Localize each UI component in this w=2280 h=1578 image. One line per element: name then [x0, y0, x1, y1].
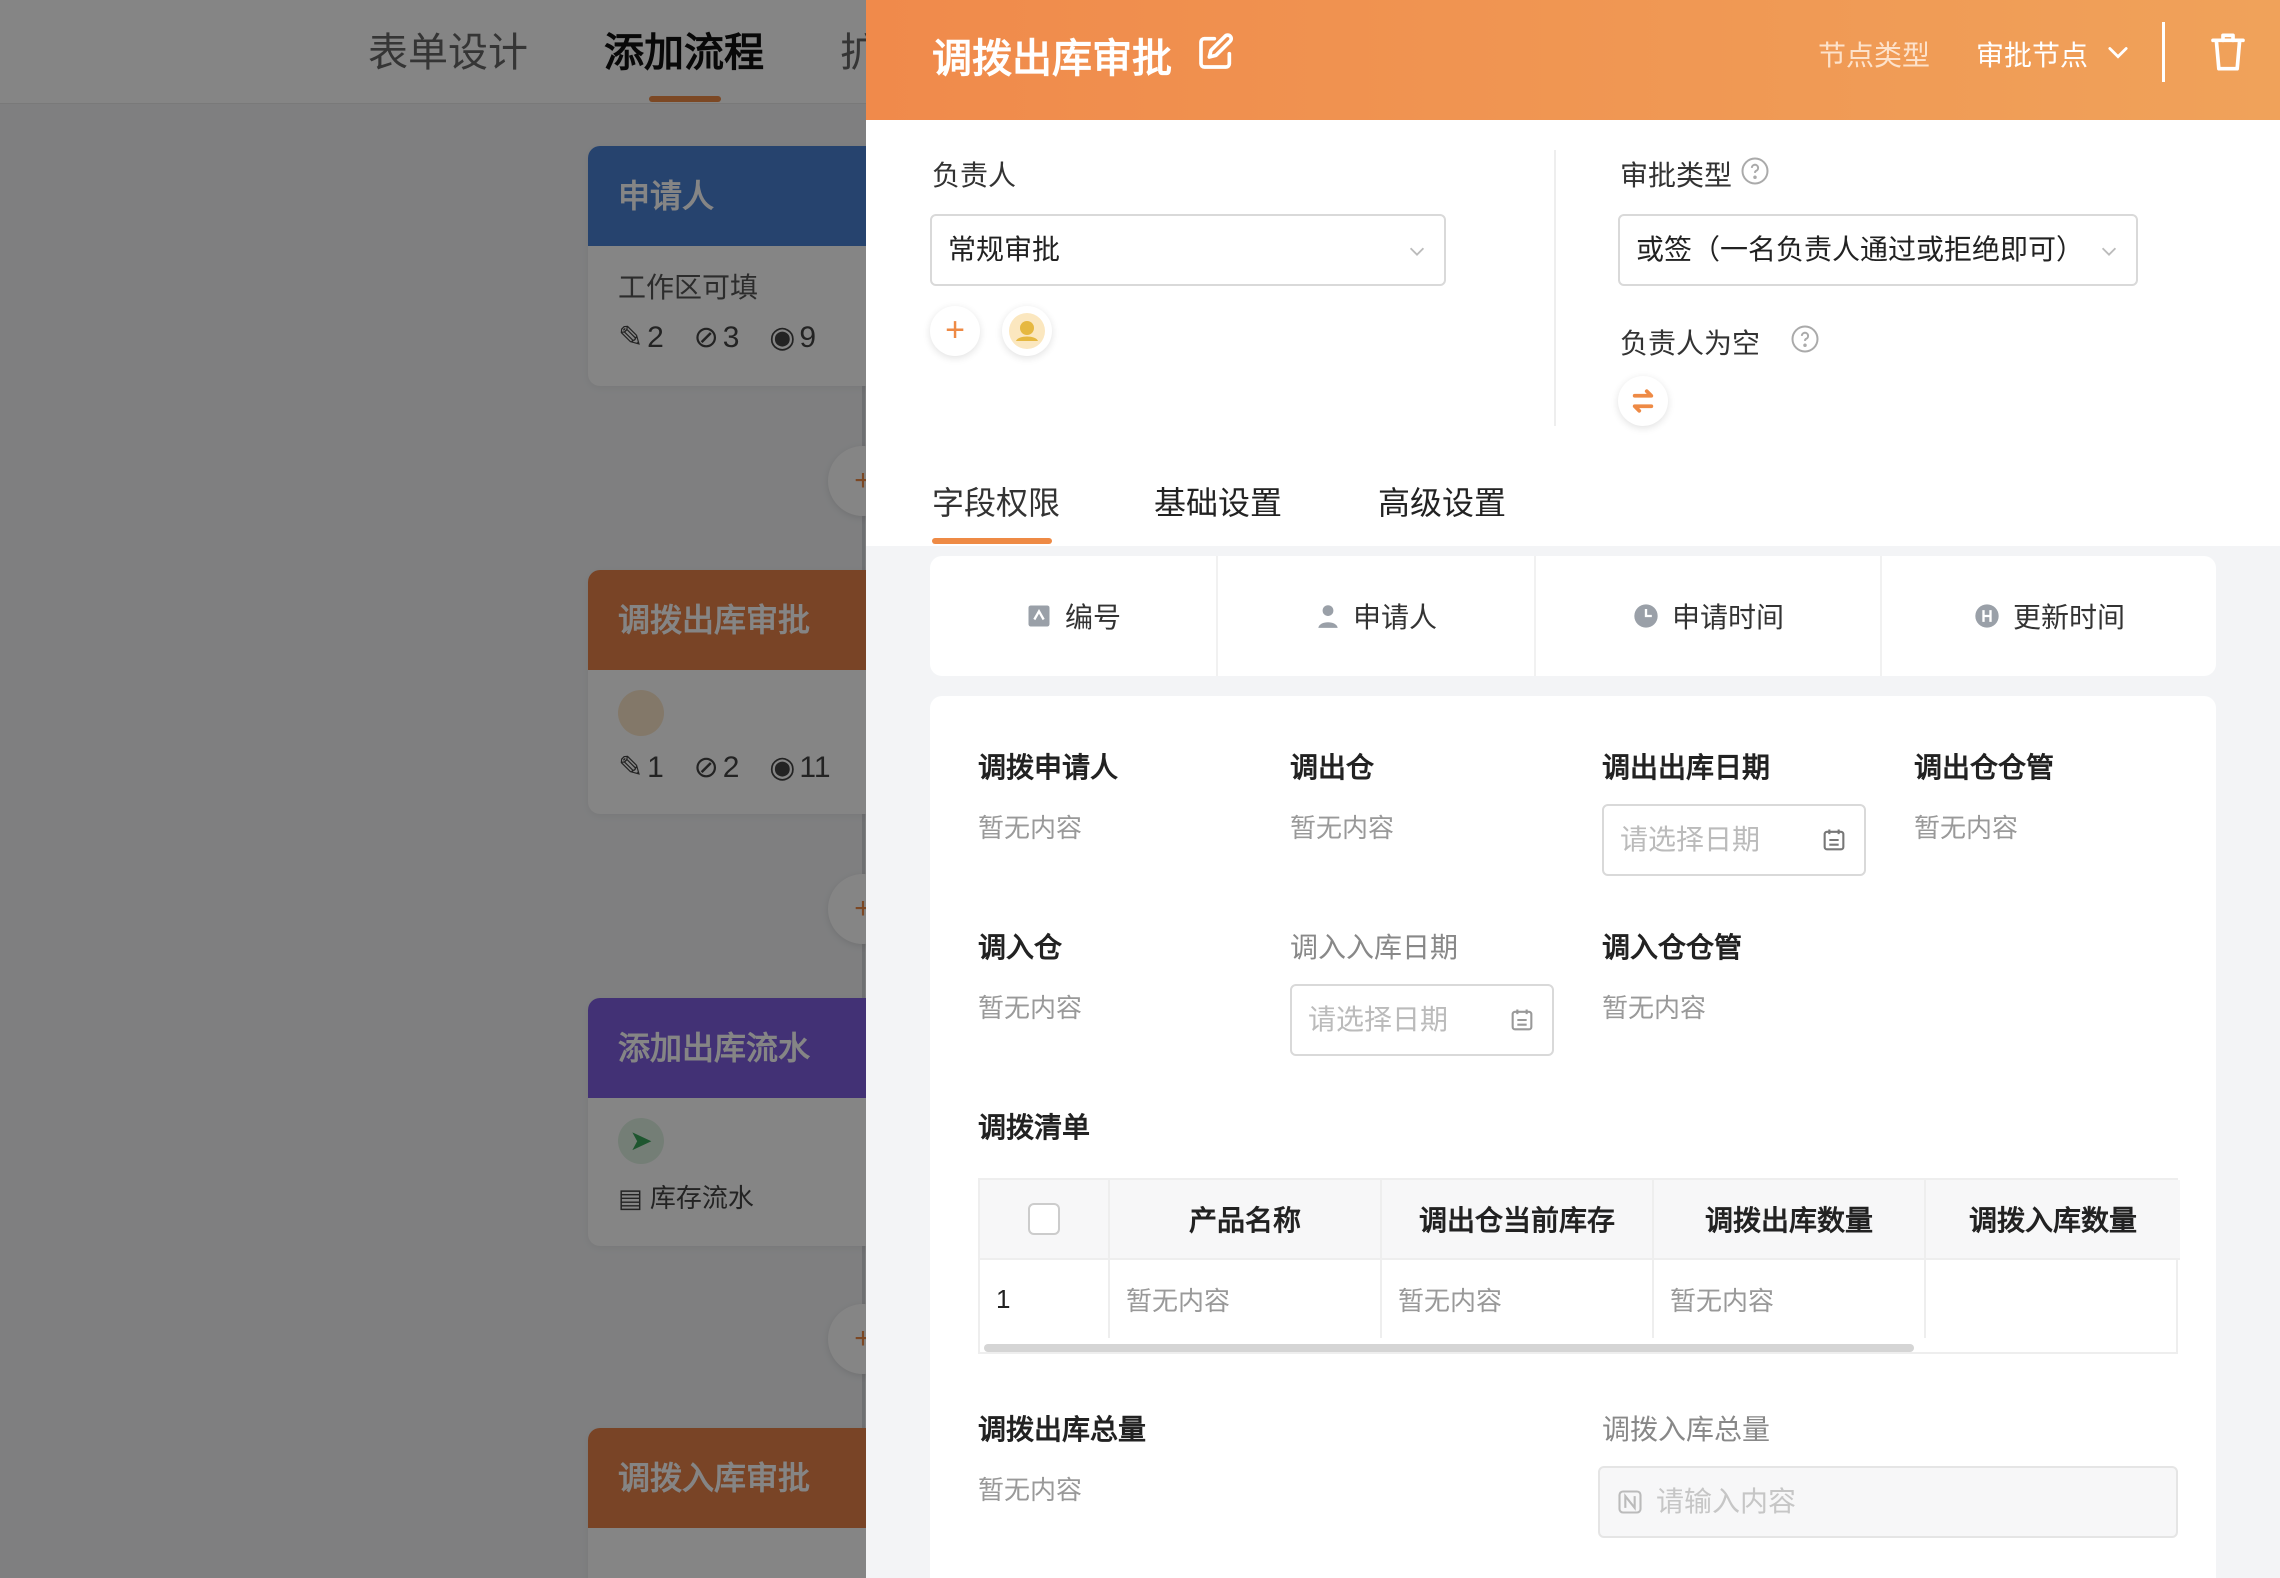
column-header: 调拨出库数量	[1654, 1180, 1926, 1258]
refresh-clock-icon	[1973, 602, 2001, 630]
empty-owner-label: 负责人为空	[1620, 328, 1761, 359]
horizontal-scrollbar[interactable]	[984, 1344, 1914, 1352]
field-value-applicant: 暂无内容	[978, 813, 1083, 843]
out-date-picker[interactable]: 请选择日期	[1602, 804, 1866, 876]
field-value-out-warehouse: 暂无内容	[1290, 813, 1395, 843]
approval-type-select[interactable]: 或签（一名负责人通过或拒绝即可）	[1618, 214, 2138, 286]
column-header: 调拨入库数量	[1926, 1180, 2180, 1258]
table-cell: 暂无内容	[1110, 1260, 1382, 1338]
tab-basic-settings[interactable]: 基础设置	[1154, 478, 1282, 524]
field-label-out-warehouse: 调出仓	[1290, 752, 1375, 783]
field-value-out-total: 暂无内容	[978, 1475, 1083, 1505]
chevron-down-icon[interactable]	[2104, 38, 2132, 66]
system-field-update-time[interactable]: 更新时间	[1882, 556, 2216, 676]
select-all-checkbox[interactable]	[1028, 1203, 1060, 1235]
user-icon	[1315, 602, 1341, 630]
calendar-icon	[1508, 1006, 1536, 1034]
system-field-number[interactable]: 编号	[930, 556, 1216, 676]
approval-config	[866, 120, 2280, 546]
owner-type-select[interactable]: 常规审批	[930, 214, 1446, 286]
owner-avatar[interactable]	[1002, 306, 1052, 356]
approval-type-label: 审批类型	[1620, 160, 1733, 191]
section-divider	[1554, 150, 1556, 426]
field-value-out-manager: 暂无内容	[1914, 813, 2019, 843]
help-icon[interactable]	[1740, 156, 1770, 186]
node-type-select[interactable]: 审批节点	[1976, 34, 2088, 74]
trash-icon[interactable]	[2208, 30, 2248, 74]
field-label-in-warehouse: 调入仓	[978, 932, 1063, 963]
system-field-apply-time[interactable]: 申请时间	[1536, 556, 1880, 676]
field-label-out-total: 调拨出库总量	[978, 1414, 1147, 1445]
transfer-list-table: 产品名称 调出仓当前库存 调拨出库数量 调拨入库数量 1 暂无内容 暂无内容 暂…	[978, 1178, 2180, 1354]
node-type-label: 节点类型	[1818, 40, 1931, 71]
swap-button[interactable]	[1618, 376, 1668, 426]
field-label-in-date: 调入入库日期	[1290, 932, 1459, 963]
field-label-out-date: 调出出库日期	[1602, 752, 1771, 783]
drawer-title: 调拨出库审批	[932, 37, 1172, 81]
add-owner-button[interactable]: +	[930, 306, 980, 356]
node-settings-drawer: 调拨出库审批 节点类型 审批节点 负责人 常规审批 + 审批类型 或签（一名负责…	[866, 0, 2280, 1578]
field-label-in-total: 调拨入库总量	[1602, 1414, 1771, 1445]
system-fields-bar: 编号 申请人 申请时间 更新时间	[930, 556, 2216, 676]
header-divider	[2162, 22, 2165, 82]
system-field-applicant[interactable]: 申请人	[1218, 556, 1534, 676]
tab-field-permissions[interactable]: 字段权限	[932, 478, 1060, 524]
owner-label: 负责人	[932, 160, 1017, 191]
field-value-in-manager: 暂无内容	[1602, 993, 1707, 1023]
drawer-header: 调拨出库审批 节点类型 审批节点	[866, 0, 2280, 120]
table-cell: 暂无内容	[1382, 1260, 1654, 1338]
approval-type-value: 或签（一名负责人通过或拒绝即可）	[1636, 234, 2085, 265]
active-tab-indicator	[932, 538, 1052, 544]
field-label-in-manager: 调入仓仓管	[1602, 932, 1743, 963]
tab-advanced-settings[interactable]: 高级设置	[1378, 478, 1506, 524]
help-icon[interactable]	[1790, 324, 1820, 354]
field-value-in-warehouse: 暂无内容	[978, 993, 1083, 1023]
chevron-down-icon	[1406, 240, 1428, 262]
in-date-picker[interactable]: 请选择日期	[1290, 984, 1554, 1056]
owner-type-value: 常规审批	[948, 234, 1061, 265]
number-icon	[1616, 1488, 1644, 1516]
column-header: 调出仓当前库存	[1382, 1180, 1654, 1258]
clock-icon	[1632, 602, 1660, 630]
field-label-out-manager: 调出仓仓管	[1914, 752, 2055, 783]
field-label-transfer-list: 调拨清单	[978, 1112, 1091, 1143]
row-index: 1	[980, 1260, 1110, 1338]
calendar-icon	[1820, 826, 1848, 854]
form-preview: 调拨申请人 暂无内容 调出仓 暂无内容 调出出库日期 请选择日期 调出仓仓管 暂…	[930, 696, 2216, 1578]
in-total-input[interactable]: 请输入内容	[1598, 1466, 2178, 1538]
chevron-down-icon	[2098, 240, 2120, 262]
field-label-applicant: 调拨申请人	[978, 752, 1119, 783]
edit-icon[interactable]	[1196, 32, 1236, 72]
table-cell: 暂无内容	[1654, 1260, 1926, 1338]
column-header: 产品名称	[1110, 1180, 1382, 1258]
select-all-cell	[980, 1180, 1110, 1258]
table-cell	[1926, 1260, 2180, 1338]
tag-icon	[1025, 602, 1053, 630]
